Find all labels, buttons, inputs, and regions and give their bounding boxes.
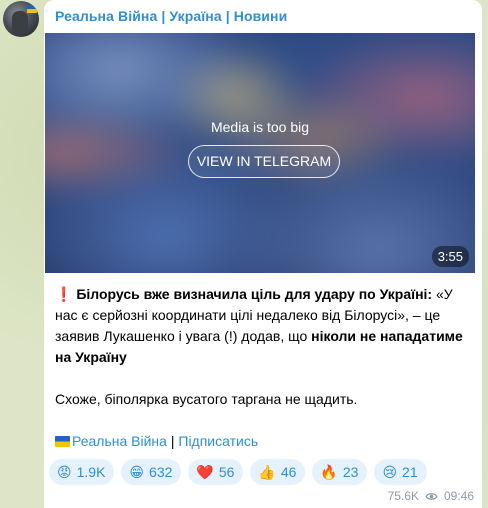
subscribe-link[interactable]: Підписатись xyxy=(178,433,258,449)
avatar-flag-icon xyxy=(27,5,37,13)
reaction-fire[interactable]: 🔥 23 xyxy=(312,459,368,485)
reaction-count: 1.9K xyxy=(76,464,106,480)
paragraph-1: ❗ Білорусь вже визначила ціль для удару … xyxy=(55,284,475,368)
video-preview[interactable]: Media is too big VIEW IN TELEGRAM 3:55 xyxy=(45,33,475,273)
message-text: ❗ Білорусь вже визначила ціль для удару … xyxy=(55,284,475,452)
reactions-bar: 😡 1.9K 😁 632 ❤️ 56 👍 46 🔥 23 😢 21 xyxy=(49,459,434,485)
message-meta: 75.6K 09:46 xyxy=(388,489,474,503)
view-in-telegram-button[interactable]: VIEW IN TELEGRAM xyxy=(188,145,340,178)
reaction-thumbs-up[interactable]: 👍 46 xyxy=(250,459,306,485)
reaction-count: 632 xyxy=(149,464,173,480)
reaction-count: 21 xyxy=(402,464,418,480)
post-bold-intro: Білорусь вже визначила ціль для удару по… xyxy=(76,286,433,302)
red-heart-icon: ❤️ xyxy=(196,464,214,480)
reaction-count: 46 xyxy=(280,464,297,480)
angry-face-icon: 😡 xyxy=(57,464,72,480)
reaction-angry[interactable]: 😡 1.9K xyxy=(49,459,115,485)
channel-avatar[interactable] xyxy=(3,1,39,37)
avatar-figure xyxy=(12,11,28,33)
fire-icon: 🔥 xyxy=(320,464,338,480)
reaction-grin[interactable]: 😁 632 xyxy=(121,459,182,485)
grinning-face-icon: 😁 xyxy=(129,464,145,480)
view-count: 75.6K xyxy=(387,489,419,503)
reaction-count: 56 xyxy=(218,464,235,480)
eye-icon xyxy=(425,493,438,500)
reaction-count: 23 xyxy=(342,464,359,480)
link-separator: | xyxy=(170,433,175,449)
message-time: 09:46 xyxy=(443,489,474,503)
channel-title[interactable]: Реальна Війна | Україна | Новини xyxy=(55,8,287,24)
channel-links: Реальна Війна | Підписатись xyxy=(55,431,475,452)
reaction-cry[interactable]: 😢 21 xyxy=(374,459,427,485)
video-duration-badge: 3:55 xyxy=(431,246,469,267)
channel-link[interactable]: Реальна Війна xyxy=(72,433,167,449)
media-too-big-label: Media is too big xyxy=(210,119,310,135)
crying-face-icon: 😢 xyxy=(382,464,398,480)
paragraph-2: Схоже, біполярка вусатого таргана не щад… xyxy=(55,391,358,407)
ukraine-flag-icon xyxy=(55,436,70,447)
message-bubble: Реальна Війна | Україна | Новини Media i… xyxy=(44,0,482,508)
exclamation-icon: ❗ xyxy=(55,286,73,302)
reaction-heart[interactable]: ❤️ 56 xyxy=(188,459,244,485)
thumbs-up-icon: 👍 xyxy=(258,464,276,480)
